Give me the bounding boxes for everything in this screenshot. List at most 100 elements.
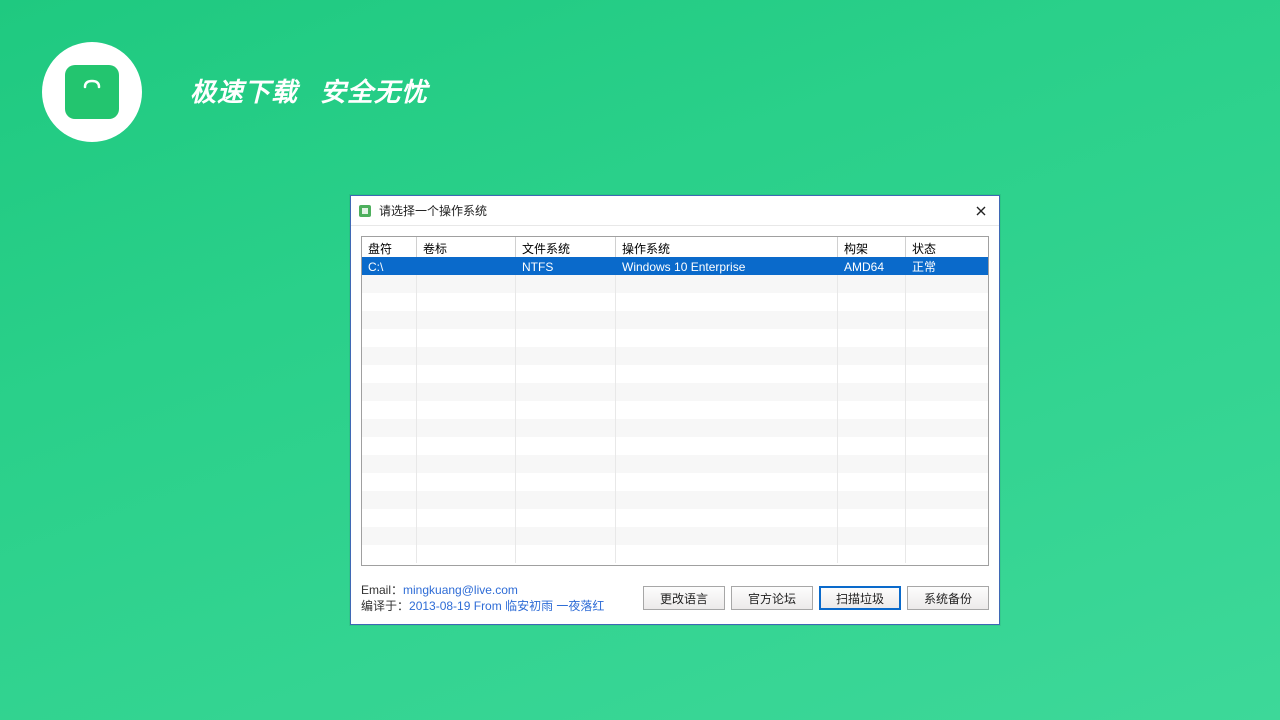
cell-fs	[516, 545, 616, 563]
table-row[interactable]	[362, 275, 988, 293]
cell-label	[417, 365, 516, 383]
cell-label	[417, 347, 516, 365]
cell-arch	[838, 419, 906, 437]
table-row[interactable]	[362, 527, 988, 545]
logo-badge	[42, 42, 142, 142]
cell-drive	[362, 509, 417, 527]
cell-label	[417, 257, 516, 275]
official-forum-button[interactable]: 官方论坛	[731, 586, 813, 610]
cell-arch	[838, 545, 906, 563]
cell-arch	[838, 473, 906, 491]
cell-os	[616, 365, 838, 383]
cell-label	[417, 437, 516, 455]
table-row[interactable]	[362, 365, 988, 383]
table-row[interactable]	[362, 491, 988, 509]
table-row[interactable]	[362, 437, 988, 455]
cell-arch	[838, 455, 906, 473]
col-header-label[interactable]: 卷标	[417, 237, 516, 257]
table-row[interactable]	[362, 509, 988, 527]
table-row[interactable]: C:\NTFSWindows 10 EnterpriseAMD64正常	[362, 257, 988, 275]
table-row[interactable]	[362, 329, 988, 347]
compiled-value: 2013-08-19 From 临安初雨 一夜落红	[409, 599, 604, 613]
cell-drive	[362, 491, 417, 509]
cell-label	[417, 329, 516, 347]
cell-os	[616, 509, 838, 527]
table-row[interactable]	[362, 293, 988, 311]
cell-label	[417, 473, 516, 491]
window-title: 请选择一个操作系统	[379, 202, 969, 219]
cell-arch	[838, 509, 906, 527]
cell-drive	[362, 473, 417, 491]
window-footer: Email：mingkuang@live.com 编译于：2013-08-19 …	[351, 576, 999, 624]
cell-label	[417, 509, 516, 527]
table-row[interactable]	[362, 311, 988, 329]
cell-label	[417, 293, 516, 311]
cell-fs	[516, 419, 616, 437]
slogan-part2: 安全无忧	[320, 77, 428, 107]
cell-status	[906, 293, 986, 311]
col-header-arch[interactable]: 构架	[838, 237, 906, 257]
cell-status	[906, 527, 986, 545]
cell-fs	[516, 437, 616, 455]
table-row[interactable]	[362, 545, 988, 563]
cell-drive	[362, 329, 417, 347]
cell-drive	[362, 311, 417, 329]
cell-drive	[362, 419, 417, 437]
table-row[interactable]	[362, 347, 988, 365]
cell-status	[906, 401, 986, 419]
col-header-status[interactable]: 状态	[906, 237, 986, 257]
email-link[interactable]: mingkuang@live.com	[403, 583, 518, 597]
cell-status	[906, 545, 986, 563]
cell-status	[906, 509, 986, 527]
change-language-button[interactable]: 更改语言	[643, 586, 725, 610]
cell-label	[417, 545, 516, 563]
cell-fs	[516, 311, 616, 329]
cell-drive	[362, 455, 417, 473]
cell-drive	[362, 527, 417, 545]
system-backup-button[interactable]: 系统备份	[907, 586, 989, 610]
table-row[interactable]	[362, 455, 988, 473]
cell-fs	[516, 473, 616, 491]
cell-status	[906, 455, 986, 473]
cell-os	[616, 419, 838, 437]
cell-fs	[516, 401, 616, 419]
cell-fs	[516, 275, 616, 293]
compiled-label: 编译于：	[361, 599, 409, 613]
dialog-window: 请选择一个操作系统 盘符 卷标 文件系统 操作系统 构架 状态 C:\NTFSW…	[350, 195, 1000, 625]
cell-label	[417, 275, 516, 293]
cell-os	[616, 401, 838, 419]
cell-fs	[516, 329, 616, 347]
table-row[interactable]	[362, 473, 988, 491]
cell-status	[906, 491, 986, 509]
cell-os	[616, 311, 838, 329]
table-body: C:\NTFSWindows 10 EnterpriseAMD64正常	[362, 257, 988, 566]
cell-arch	[838, 527, 906, 545]
email-label: Email：	[361, 583, 403, 597]
cell-fs	[516, 293, 616, 311]
cell-arch	[838, 365, 906, 383]
titlebar: 请选择一个操作系统	[351, 196, 999, 226]
os-table: 盘符 卷标 文件系统 操作系统 构架 状态 C:\NTFSWindows 10 …	[361, 236, 989, 566]
cell-os	[616, 275, 838, 293]
cell-fs	[516, 509, 616, 527]
scan-junk-button[interactable]: 扫描垃圾	[819, 586, 901, 610]
cell-drive	[362, 545, 417, 563]
table-row[interactable]	[362, 419, 988, 437]
col-header-drive[interactable]: 盘符	[362, 237, 417, 257]
cell-drive	[362, 275, 417, 293]
slogan-part1: 极速下载	[190, 77, 298, 107]
app-icon	[357, 203, 373, 219]
close-icon	[976, 206, 986, 216]
table-row[interactable]	[362, 401, 988, 419]
close-button[interactable]	[969, 201, 993, 221]
cell-os: Windows 10 Enterprise	[616, 257, 838, 275]
table-row[interactable]	[362, 383, 988, 401]
cell-drive	[362, 365, 417, 383]
slogan: 极速下载安全无忧	[190, 72, 450, 109]
cell-status	[906, 347, 986, 365]
cell-os	[616, 383, 838, 401]
col-header-fs[interactable]: 文件系统	[516, 237, 616, 257]
cell-label	[417, 419, 516, 437]
col-header-os[interactable]: 操作系统	[616, 237, 838, 257]
cell-label	[417, 311, 516, 329]
